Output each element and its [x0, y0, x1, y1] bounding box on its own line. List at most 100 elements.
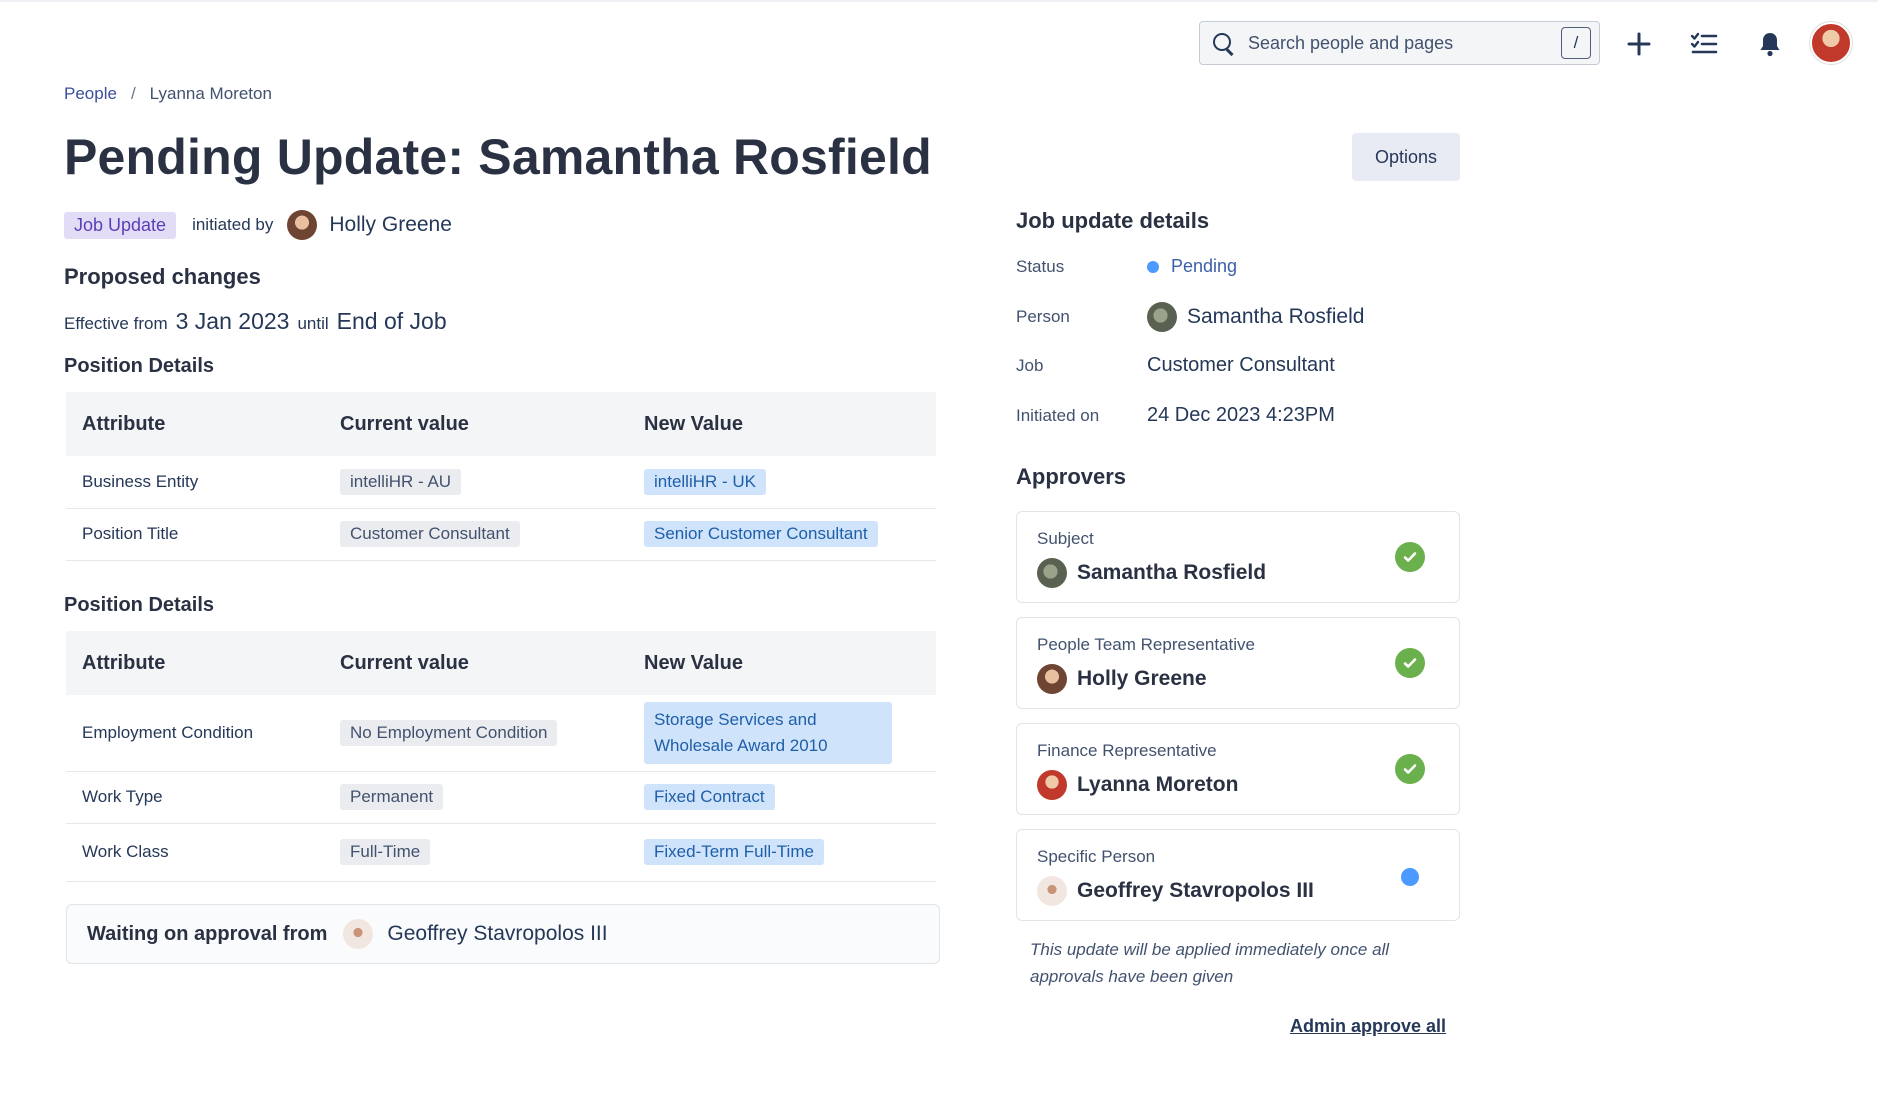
admin-approve-all-link[interactable]: Admin approve all — [1290, 1016, 1446, 1037]
approver-card: Subject Samantha Rosfield — [1016, 511, 1460, 603]
attribute-cell: Work Type — [66, 771, 324, 824]
approver-name[interactable]: Samantha Rosfield — [1077, 561, 1266, 585]
current-value-pill: Customer Consultant — [340, 521, 520, 547]
position-details-heading: Position Details — [64, 594, 215, 616]
attribute-cell: Position Title — [66, 508, 324, 561]
column-header: New Value — [644, 412, 743, 435]
current-value-cell: Permanent — [324, 771, 628, 824]
table-row: Position Title Customer Consultant Senio… — [66, 508, 936, 561]
effective-from-date: 3 Jan 2023 — [175, 308, 290, 334]
approver-card: People Team Representative Holly Greene — [1016, 617, 1460, 709]
table-row: Employment Condition No Employment Condi… — [66, 695, 936, 772]
attribute-cell: Work Class — [66, 823, 324, 882]
tasks-icon[interactable] — [1684, 24, 1724, 64]
person-value[interactable]: Samantha Rosfield — [1187, 305, 1364, 329]
table-header: Attribute Current value New Value — [66, 631, 936, 695]
approved-check-icon — [1395, 754, 1425, 784]
new-value-cell: Storage Services and Wholesale Award 201… — [628, 695, 936, 772]
detail-job: Job Customer Consultant — [1016, 354, 1335, 377]
new-value-cell: intelliHR - UK — [628, 456, 936, 509]
search-shortcut-hint: / — [1561, 27, 1591, 59]
approver-role: People Team Representative — [1037, 635, 1255, 654]
initiated-by-label: initiated by — [192, 215, 274, 234]
current-value-cell: Full-Time — [324, 823, 628, 882]
column-header: New Value — [644, 651, 743, 674]
waiting-approval-banner: Waiting on approval from Geoffrey Stavro… — [66, 904, 940, 964]
approver-name[interactable]: Holly Greene — [1077, 667, 1207, 691]
initiated-value: 24 Dec 2023 4:23PM — [1147, 404, 1335, 426]
search-input[interactable] — [1248, 32, 1548, 54]
waiting-person-name[interactable]: Geoffrey Stavropolos III — [387, 922, 607, 946]
approver-card: Finance Representative Lyanna Moreton — [1016, 723, 1460, 815]
plus-icon[interactable] — [1619, 24, 1659, 64]
job-update-details-heading: Job update details — [1016, 208, 1210, 233]
avatar — [343, 919, 374, 949]
detail-label: Person — [1016, 307, 1070, 326]
position-details-table: Attribute Current value New Value Busine… — [66, 392, 936, 561]
approved-check-icon — [1395, 542, 1425, 572]
breadcrumb-people-link[interactable]: People — [64, 84, 117, 104]
update-meta: Job Update initiated by Holly Greene — [64, 210, 452, 240]
attribute-cell: Business Entity — [66, 456, 324, 509]
new-value-pill: Storage Services and Wholesale Award 201… — [644, 701, 892, 764]
approver-name[interactable]: Geoffrey Stavropolos III — [1077, 879, 1314, 903]
detail-label: Job — [1016, 355, 1044, 375]
user-avatar[interactable] — [1810, 22, 1852, 64]
avatar — [287, 210, 318, 240]
approver-role: Finance Representative — [1037, 741, 1217, 760]
table-row: Business Entity intelliHR - AU intelliHR… — [66, 456, 936, 509]
new-value-pill: Fixed Contract — [644, 784, 775, 810]
until-label: until — [297, 314, 329, 333]
top-bar: / — [0, 0, 1878, 84]
avatar — [1037, 558, 1067, 588]
column-header: Attribute — [82, 651, 166, 674]
position-details-heading: Position Details — [64, 355, 215, 377]
column-header: Attribute — [82, 412, 166, 435]
effective-until: End of Job — [336, 308, 447, 334]
status-dot-icon — [1147, 260, 1159, 273]
page-title: Pending Update: Samantha Rosfield — [64, 129, 932, 185]
options-button[interactable]: Options — [1352, 133, 1460, 181]
avatar — [1147, 302, 1177, 332]
column-header: Current value — [340, 651, 469, 674]
search-icon — [1212, 32, 1234, 54]
avatar — [1037, 876, 1067, 906]
effective-range: Effective from 3 Jan 2023 until End of J… — [64, 308, 447, 335]
pending-dot-icon — [1401, 868, 1419, 886]
attribute-cell: Employment Condition — [66, 695, 324, 772]
approval-note: This update will be applied immediately … — [1030, 940, 1390, 986]
waiting-label: Waiting on approval from — [87, 922, 328, 945]
bell-icon[interactable] — [1750, 24, 1790, 64]
new-value-pill: Senior Customer Consultant — [644, 521, 878, 547]
current-value-pill: Permanent — [340, 784, 444, 810]
breadcrumb-current[interactable]: Lyanna Moreton — [150, 84, 272, 104]
search-box[interactable]: / — [1199, 21, 1600, 65]
initiator-name[interactable]: Holly Greene — [329, 213, 452, 237]
table-row: Work Type Permanent Fixed Contract — [66, 771, 936, 824]
new-value-pill: intelliHR - UK — [644, 468, 767, 495]
new-value-pill: Fixed-Term Full-Time — [644, 839, 824, 865]
job-update-tag: Job Update — [64, 211, 177, 239]
current-value-cell: intelliHR - AU — [324, 456, 628, 509]
column-header: Current value — [340, 412, 469, 435]
job-value: Customer Consultant — [1147, 354, 1335, 376]
current-value-cell: Customer Consultant — [324, 508, 628, 561]
detail-status: Status Pending — [1016, 256, 1237, 277]
current-value-pill: intelliHR - AU — [340, 468, 462, 495]
approver-role: Subject — [1037, 529, 1094, 548]
avatar — [1037, 770, 1067, 800]
approver-role: Specific Person — [1037, 847, 1156, 866]
detail-initiated: Initiated on 24 Dec 2023 4:23PM — [1016, 404, 1335, 427]
approvers-heading: Approvers — [1016, 464, 1127, 489]
approved-check-icon — [1395, 648, 1425, 678]
position-details-table: Attribute Current value New Value Employ… — [66, 631, 936, 882]
new-value-cell: Senior Customer Consultant — [628, 508, 936, 561]
detail-person: Person Samantha Rosfield — [1016, 302, 1364, 332]
breadcrumb: People / Lyanna Moreton — [64, 84, 272, 104]
current-value-cell: No Employment Condition — [324, 695, 628, 772]
avatar — [1037, 664, 1067, 694]
detail-label: Status — [1016, 256, 1065, 276]
approver-name[interactable]: Lyanna Moreton — [1077, 773, 1238, 797]
approver-card: Specific Person Geoffrey Stavropolos III — [1016, 829, 1460, 921]
breadcrumb-separator: / — [130, 84, 136, 103]
